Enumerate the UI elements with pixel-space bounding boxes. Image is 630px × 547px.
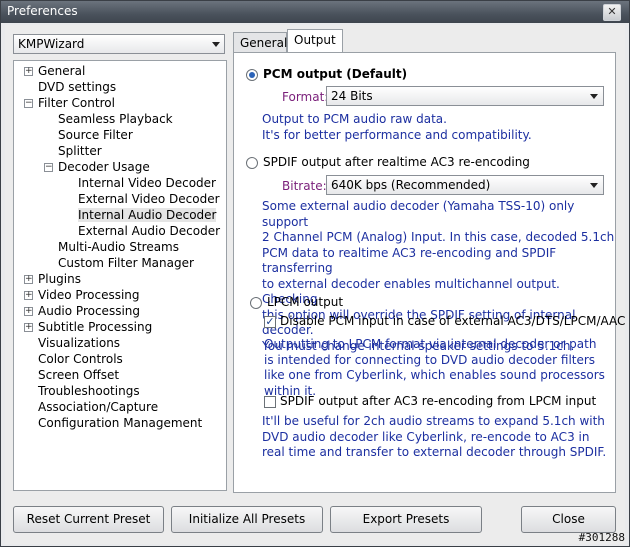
bitrate-dropdown[interactable]: 640K bps (Recommended) — [326, 175, 604, 195]
tree-item[interactable]: Association/Capture — [38, 399, 158, 415]
lpcm-note: Outputting to LPCM format via internal d… — [264, 337, 605, 398]
tree-item-label: Source Filter — [58, 128, 133, 142]
lpcm-spdif-checkbox[interactable] — [264, 396, 276, 408]
export-presets-button[interactable]: Export Presets — [330, 506, 482, 533]
lpcm-output-label[interactable]: LPCM output — [267, 295, 343, 309]
tree-item-label: Visualizations — [38, 336, 121, 350]
tab-general[interactable]: General — [233, 32, 287, 52]
window-title: Preferences — [7, 4, 78, 18]
collapse-icon[interactable]: − — [44, 163, 53, 172]
tree-item[interactable]: Seamless Playback — [58, 111, 173, 127]
spdif-output-label[interactable]: SPDIF output after realtime AC3 re-encod… — [263, 155, 530, 169]
tree-item[interactable]: + Video Processing — [24, 287, 140, 303]
tree-item-label: General — [38, 64, 86, 78]
pcm-note: Output to PCM audio raw data. It's for b… — [262, 112, 532, 142]
tree-item[interactable]: + Subtitle Processing — [24, 319, 153, 335]
title-bar[interactable]: Preferences ✕ — [1, 1, 629, 23]
tree-item[interactable]: + Audio Processing — [24, 303, 140, 319]
tree-item-label: DVD settings — [38, 80, 117, 94]
tree-item[interactable]: Screen Offset — [38, 367, 119, 383]
chevron-down-icon — [590, 94, 598, 99]
expand-icon[interactable]: + — [24, 67, 33, 76]
tree-item-label: External Audio Decoder — [78, 224, 221, 238]
expand-icon[interactable]: + — [24, 275, 33, 284]
preferences-window: Preferences ✕ KMPWizard + General DVD sett… — [0, 0, 630, 547]
expand-icon[interactable]: + — [24, 323, 33, 332]
tree-item-label: Seamless Playback — [58, 112, 173, 126]
tree-item-label: Plugins — [38, 272, 81, 286]
tab-output[interactable]: Output — [287, 29, 343, 52]
tree-item[interactable]: DVD settings — [38, 79, 116, 95]
tree-item-label: Internal Video Decoder — [78, 176, 216, 190]
close-icon[interactable]: ✕ — [603, 4, 621, 21]
tree-item-label: Multi-Audio Streams — [58, 240, 179, 254]
tree-item[interactable]: Splitter — [58, 143, 102, 159]
tree-item[interactable]: − Filter Control — [24, 95, 115, 111]
tree-item[interactable]: Custom Filter Manager — [58, 255, 194, 271]
close-button[interactable]: Close — [521, 506, 616, 533]
tree-item[interactable]: External Video Decoder — [78, 191, 220, 207]
tree-item[interactable]: Configuration Management — [38, 415, 202, 431]
tree-item-label: Decoder Usage — [58, 160, 150, 174]
tree-item[interactable]: Troubleshootings — [38, 383, 140, 399]
tree-item[interactable]: External Audio Decoder — [78, 223, 220, 239]
tree-item-label: Troubleshootings — [38, 384, 140, 398]
tree-item[interactable]: + General — [24, 63, 86, 79]
bitrate-value: 640K bps (Recommended) — [331, 178, 491, 192]
tree-item[interactable]: Internal Audio Decoder — [78, 207, 217, 223]
preset-value: KMPWizard — [18, 37, 85, 51]
output-panel: PCM output (Default) Format: 24 Bits Out… — [233, 52, 625, 493]
tree-item-label: Audio Processing — [38, 304, 140, 318]
tree-item-label: Subtitle Processing — [38, 320, 153, 334]
tree-item-label: Internal Audio Decoder — [78, 208, 217, 222]
tree-item[interactable]: Multi-Audio Streams — [58, 239, 179, 255]
initialize-presets-button[interactable]: Initialize All Presets — [171, 506, 323, 533]
tree-item-label: Video Processing — [38, 288, 140, 302]
lpcm-spdif-note: It'll be useful for 2ch audio streams to… — [262, 414, 607, 459]
tree-item-label: Custom Filter Manager — [58, 256, 194, 270]
tree-item-label: Splitter — [58, 144, 102, 158]
lpcm-spdif-label[interactable]: SPDIF output after AC3 re-encoding from … — [280, 394, 596, 408]
format-value: 24 Bits — [331, 89, 373, 103]
preset-dropdown[interactable]: KMPWizard — [13, 34, 225, 54]
expand-icon[interactable]: + — [24, 307, 33, 316]
tree-item[interactable]: Visualizations — [38, 335, 120, 351]
lpcm-output-radio[interactable] — [250, 297, 262, 309]
tree-item[interactable]: Color Controls — [38, 351, 123, 367]
tree-item[interactable]: Internal Video Decoder — [78, 175, 216, 191]
disable-pcm-checkbox[interactable]: ✓ — [264, 316, 276, 328]
format-label: Format: — [282, 90, 329, 104]
tree-item-label: Configuration Management — [38, 416, 203, 430]
spdif-output-radio[interactable] — [246, 157, 258, 169]
watermark: #301288 — [578, 531, 625, 544]
chevron-down-icon — [212, 42, 220, 47]
tree-item-label: Color Controls — [38, 352, 123, 366]
tree-item-label: Association/Capture — [38, 400, 159, 414]
tree-item[interactable]: − Decoder Usage — [44, 159, 150, 175]
expand-icon[interactable]: + — [24, 291, 33, 300]
pcm-output-label[interactable]: PCM output (Default) — [263, 67, 407, 81]
tree-item[interactable]: + Plugins — [24, 271, 81, 287]
disable-pcm-label[interactable]: Disable PCM input in case of external AC… — [280, 314, 625, 328]
tree-item-label: Screen Offset — [38, 368, 120, 382]
reset-preset-button[interactable]: Reset Current Preset — [13, 506, 164, 533]
tree-item-label: Filter Control — [38, 96, 115, 110]
chevron-down-icon — [590, 183, 598, 188]
tree-item-label: External Video Decoder — [78, 192, 220, 206]
bitrate-label: Bitrate: — [282, 179, 327, 193]
client-area: KMPWizard + General DVD settings − Filter Co… — [5, 25, 625, 544]
pcm-output-radio[interactable] — [246, 69, 258, 81]
tree-item[interactable]: Source Filter — [58, 127, 133, 143]
spdif-note: Some external audio decoder (Yamaha TSS-… — [262, 199, 615, 353]
settings-tree[interactable]: + General DVD settings − Filter Control Seaml… — [13, 60, 227, 491]
collapse-icon[interactable]: − — [24, 99, 33, 108]
format-dropdown[interactable]: 24 Bits — [326, 86, 604, 106]
